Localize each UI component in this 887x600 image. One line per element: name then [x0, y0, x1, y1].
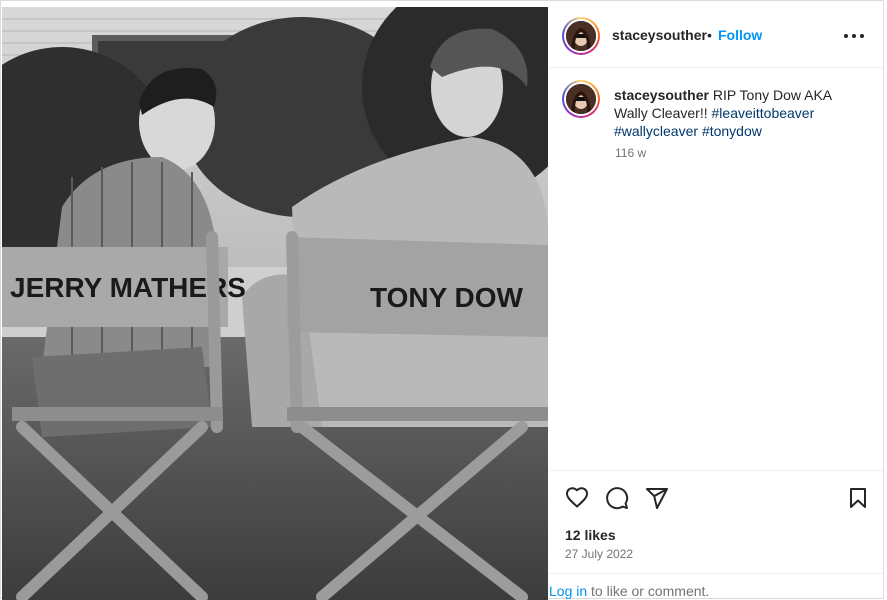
photo-illustration: JERRY MATHERS TONY DOW	[2, 7, 548, 600]
avatar-border	[564, 19, 598, 53]
post-date: 27 July 2022	[565, 547, 634, 561]
dot	[844, 34, 848, 38]
hashtag-link[interactable]: #wallycleaver	[614, 123, 698, 139]
like-heart-icon[interactable]	[565, 486, 589, 515]
caption-time-ago: 116 w	[615, 146, 647, 160]
login-bar: Log in to like or comment.	[549, 573, 883, 599]
login-link[interactable]: Log in	[549, 583, 587, 599]
avatar-border	[564, 82, 598, 116]
post-header: staceysouther • Follow	[549, 1, 883, 68]
post-caption: staceysouther RIP Tony Dow AKA Wally Cle…	[614, 86, 844, 140]
header-avatar[interactable]	[562, 17, 600, 55]
caption-username[interactable]: staceysouther	[614, 87, 709, 103]
instagram-post: JERRY MATHERS TONY DOW staceysouther • F…	[0, 0, 884, 600]
share-send-icon[interactable]	[645, 486, 669, 515]
dot	[860, 34, 864, 38]
likes-count[interactable]: 12 likes	[565, 527, 616, 543]
avatar-face-icon	[566, 84, 596, 114]
actions-divider	[549, 470, 883, 471]
avatar-face-icon	[566, 21, 596, 51]
separator-dot: •	[707, 27, 712, 43]
header-username[interactable]: staceysouther	[612, 27, 707, 43]
more-options-icon[interactable]	[843, 27, 865, 43]
hashtag-link[interactable]: #tonydow	[702, 123, 762, 139]
send-icon	[646, 488, 668, 509]
follow-button[interactable]: Follow	[718, 27, 762, 43]
hashtag-link[interactable]: #leaveittobeaver	[712, 105, 815, 121]
post-photo[interactable]: JERRY MATHERS TONY DOW	[2, 7, 548, 600]
save-bookmark-icon[interactable]	[847, 486, 869, 515]
avatar-image	[566, 21, 596, 51]
comment-bubble-icon[interactable]	[605, 486, 629, 515]
caption-avatar[interactable]	[562, 80, 600, 118]
dot	[852, 34, 856, 38]
comment-icon	[606, 487, 629, 510]
bookmark-icon	[850, 488, 866, 508]
chair-label-right: TONY DOW	[370, 282, 524, 313]
login-prompt: Log in to like or comment.	[549, 583, 709, 599]
login-suffix: to like or comment.	[587, 583, 710, 599]
post-side-panel: staceysouther • Follow staceysouther RIP…	[549, 1, 883, 599]
avatar-image	[566, 84, 596, 114]
heart-icon	[566, 487, 588, 508]
